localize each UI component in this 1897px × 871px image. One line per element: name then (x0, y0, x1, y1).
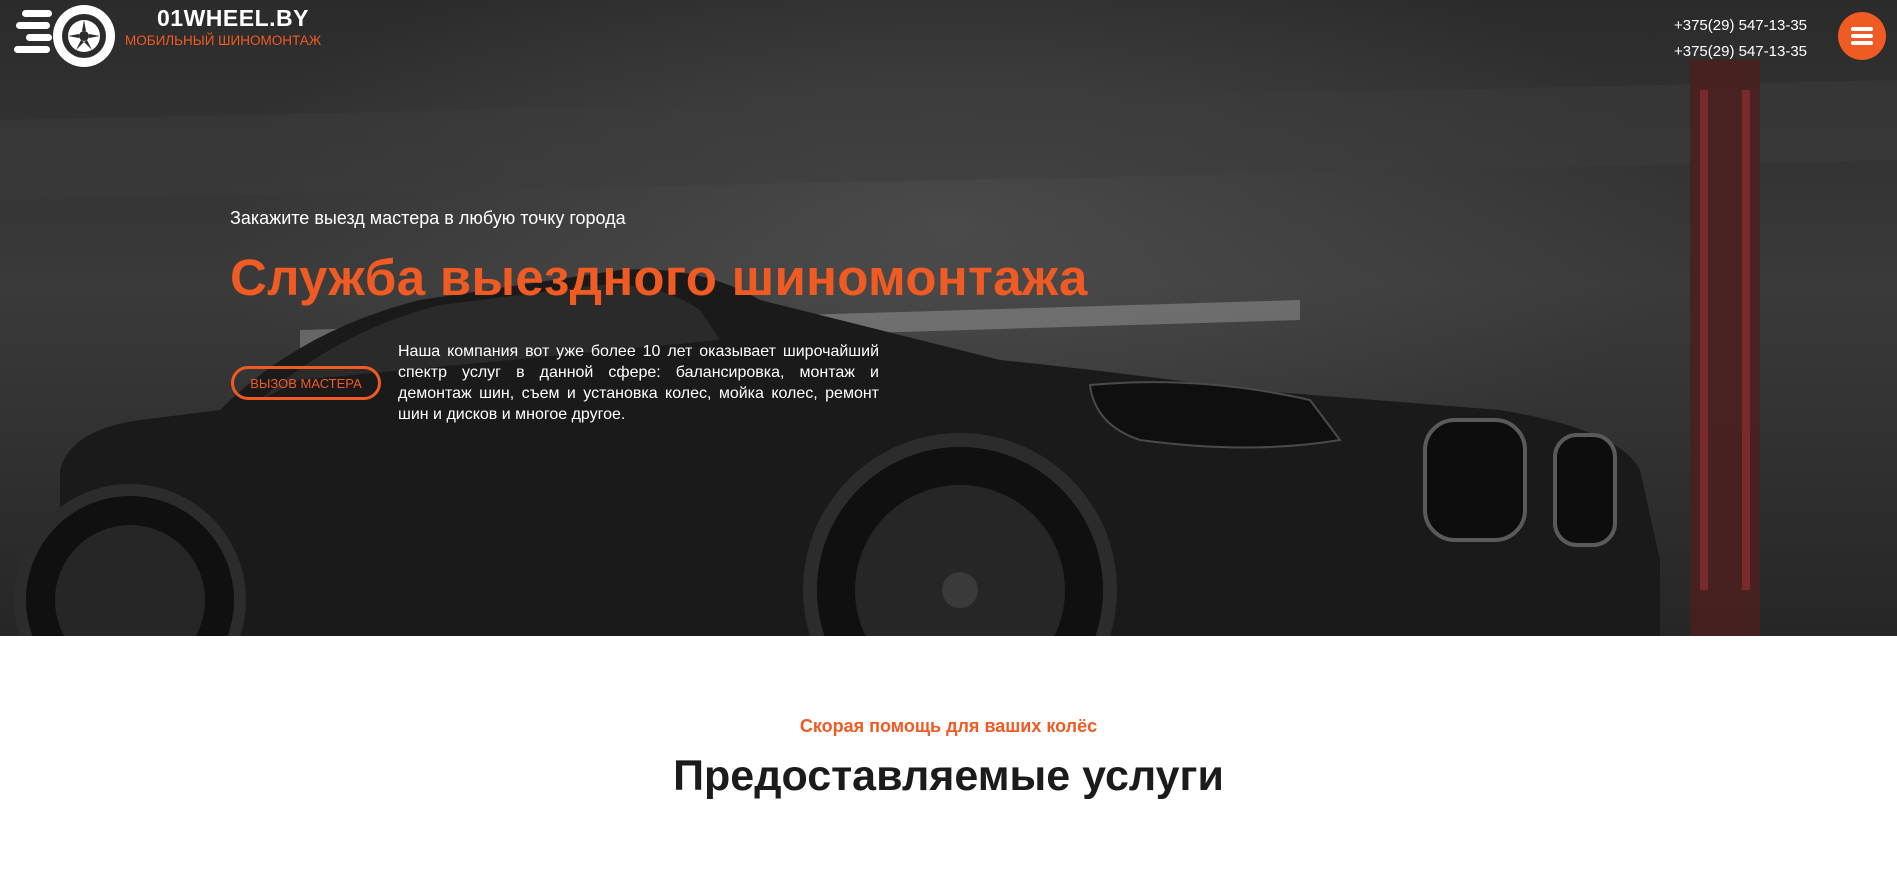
hero-pretitle: Закажите выезд мастера в любую точку гор… (230, 208, 626, 228)
phone-list: +375(29) 547-13-35 +375(29) 547-13-35 (1674, 13, 1807, 65)
logo-wheel-icon[interactable] (14, 2, 118, 70)
call-master-button[interactable]: ВЫЗОВ МАСТЕРА (231, 366, 381, 400)
services-pretitle: Скорая помощь для ваших колёс (799, 716, 1098, 736)
brand-subtitle: МОБИЛЬНЫЙ ШИНОМОНТАЖ (125, 33, 322, 48)
brand-name[interactable]: 01WHEEL.BY (157, 5, 309, 32)
services-title: Предоставляемые услуги (673, 752, 1224, 800)
phone-link[interactable]: +375(29) 547-13-35 (1674, 13, 1807, 39)
hero-section: 01WHEEL.BY МОБИЛЬНЫЙ ШИНОМОНТАЖ +375(29)… (0, 0, 1897, 636)
hamburger-menu-icon[interactable] (1838, 12, 1886, 60)
hero-car-image (0, 60, 1897, 636)
hero-title: Служба выездного шиномонтажа (230, 249, 1088, 306)
hero-description: Наша компания вот уже более 10 лет оказы… (398, 343, 879, 423)
phone-link[interactable]: +375(29) 547-13-35 (1674, 39, 1807, 65)
